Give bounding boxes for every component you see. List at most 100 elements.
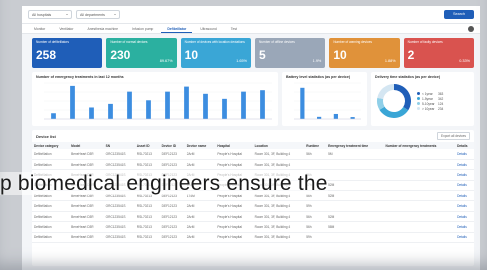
table-cell: DEF12123 — [159, 200, 185, 212]
stat-card-label: Number of offline devices — [258, 40, 295, 44]
settings-icon[interactable] — [468, 25, 474, 32]
column-header[interactable]: Hospital — [215, 142, 253, 149]
bar[interactable] — [241, 91, 246, 119]
department-select[interactable]: All departments — [76, 10, 120, 19]
table-cell: People's Hospital — [215, 221, 253, 233]
stat-card-percent: 1.9% — [312, 59, 322, 63]
column-header[interactable]: Emergency treatment time — [326, 142, 384, 149]
table-cell: 59h — [304, 200, 327, 212]
search-button[interactable]: Search — [444, 10, 474, 19]
bar[interactable] — [317, 116, 322, 119]
tab-0[interactable]: Monitor — [28, 25, 51, 33]
bar[interactable] — [333, 113, 338, 119]
bar[interactable] — [350, 117, 355, 119]
table-cell[interactable]: Details — [455, 221, 474, 233]
hospital-select[interactable]: All hospitals — [28, 10, 72, 19]
table-cell: RSL70213 — [134, 149, 160, 160]
column-header[interactable]: Number of emergency treatments — [383, 142, 456, 149]
table-cell: People's Hospital — [215, 232, 253, 244]
donut-slice[interactable] — [377, 84, 394, 99]
table-cell: Room 301, 3F, Building 4 — [252, 149, 305, 160]
stat-card-percent: 1.88% — [384, 59, 396, 63]
table-row[interactable]: DefibrillationBeneHeart D3RORC123541SRSL… — [32, 232, 474, 244]
table-cell: RSL70213 — [134, 232, 160, 244]
table-cell: People's Hospital — [215, 159, 253, 171]
table-cell: People's Hospital — [215, 200, 253, 212]
table-cell: DEF12123 — [159, 232, 185, 244]
table-cell: DEF12123 — [159, 211, 185, 223]
column-header[interactable]: Model — [69, 142, 104, 149]
table-cell — [383, 211, 456, 223]
table-cell[interactable]: Details — [455, 149, 474, 160]
bar[interactable] — [70, 85, 75, 119]
stat-card[interactable]: Number of faulty devices 2 0.33% — [403, 38, 474, 68]
tab-1[interactable]: Ventilator — [53, 25, 79, 33]
column-header[interactable]: Device name — [184, 142, 216, 149]
table-cell: BeneHeart D3R — [69, 232, 104, 244]
stat-card[interactable]: Number of defibrillators 258 — [32, 38, 103, 68]
tab-4[interactable]: Defibrillator — [161, 25, 193, 33]
table-cell: Defibrillation — [32, 159, 70, 171]
table-cell: 52M — [326, 211, 384, 223]
bar[interactable] — [146, 100, 151, 119]
donut-slice[interactable] — [379, 106, 409, 118]
legend-value: 363 — [438, 91, 444, 96]
table-cell: 2ArM — [184, 200, 216, 212]
table-cell: RSL70213 — [134, 200, 160, 212]
table-cell: ORC123541S — [103, 221, 135, 233]
column-header[interactable]: Runtime — [304, 142, 327, 149]
stat-card[interactable]: Number of offline devices 5 1.9% — [254, 38, 326, 68]
table-cell: People's Hospital — [215, 211, 253, 223]
stat-card[interactable]: Number of devices with location deviatio… — [180, 38, 251, 68]
bar[interactable] — [203, 93, 208, 119]
bar[interactable] — [260, 90, 265, 119]
bar[interactable] — [300, 87, 305, 119]
column-header[interactable]: Device ID — [159, 142, 185, 149]
bar[interactable] — [127, 91, 132, 119]
bar[interactable] — [184, 86, 189, 119]
column-header[interactable]: Asset ID — [134, 142, 160, 149]
table-cell[interactable]: Details — [455, 200, 474, 212]
legend-label: 1-5year — [422, 96, 433, 101]
table-cell: Room 301, 3F, Building 4 — [252, 159, 305, 171]
table-row[interactable]: DefibrillationBeneHeart D3RORC123541SRSL… — [32, 159, 474, 171]
column-header[interactable]: SN — [103, 142, 135, 149]
bar[interactable] — [222, 98, 227, 119]
summary-cards: Number of defibrillators 258 Number of nor… — [22, 34, 480, 68]
table-cell[interactable]: Details — [455, 211, 474, 223]
table-cell — [383, 159, 456, 171]
legend-value: 342 — [438, 96, 444, 101]
device-list-header: Device list Export all devices — [32, 130, 474, 142]
table-row[interactable]: DefibrillationBeneHeart D3RORC123541SRSL… — [32, 200, 474, 212]
stat-card-percent: 89.67% — [159, 59, 173, 63]
table-cell — [304, 159, 327, 171]
stat-card-percent: 0.33% — [459, 59, 470, 63]
table-cell[interactable]: Details — [455, 232, 474, 244]
tab-2[interactable]: Anesthesia machine — [81, 25, 124, 33]
bar[interactable] — [108, 103, 113, 119]
export-button[interactable]: Export all devices — [437, 132, 470, 140]
table-cell[interactable]: Details — [455, 159, 474, 171]
table-row[interactable]: DefibrillationBeneHeart D3RORC123541SRSL… — [32, 211, 474, 223]
bar[interactable] — [51, 113, 56, 119]
legend-swatch — [417, 107, 420, 110]
stat-card[interactable]: Number of warning devices 10 1.88% — [329, 38, 400, 68]
table-cell: 2ArM — [184, 211, 216, 223]
delivery-legend: < 1year 363 1-5year 342 5-10year 124 > 10year 2… — [417, 91, 443, 111]
column-header[interactable]: Location — [252, 142, 305, 149]
legend-item: > 10year 234 — [417, 106, 443, 111]
table-row[interactable]: DefibrillationBeneHeart D3RORC123541SRSL… — [32, 149, 474, 160]
stat-card[interactable]: Number of normal devices 230 89.67% — [106, 38, 177, 68]
tab-5[interactable]: Ultrasound — [194, 25, 222, 33]
column-header[interactable]: Device category — [32, 142, 70, 149]
table-cell — [383, 232, 456, 244]
donut-slice[interactable] — [394, 84, 411, 111]
tab-6[interactable]: Test — [225, 25, 243, 33]
tab-3[interactable]: Infusion pump — [126, 25, 159, 33]
table-cell: Defibrillation — [32, 149, 70, 160]
table-row[interactable]: DefibrillationBeneHeart D3RORC123541SRSL… — [32, 221, 474, 233]
table-cell: Room 301, 3F, Building 4 — [252, 221, 305, 233]
bar[interactable] — [89, 107, 94, 119]
column-header[interactable]: Details — [455, 142, 474, 149]
bar[interactable] — [165, 91, 170, 119]
